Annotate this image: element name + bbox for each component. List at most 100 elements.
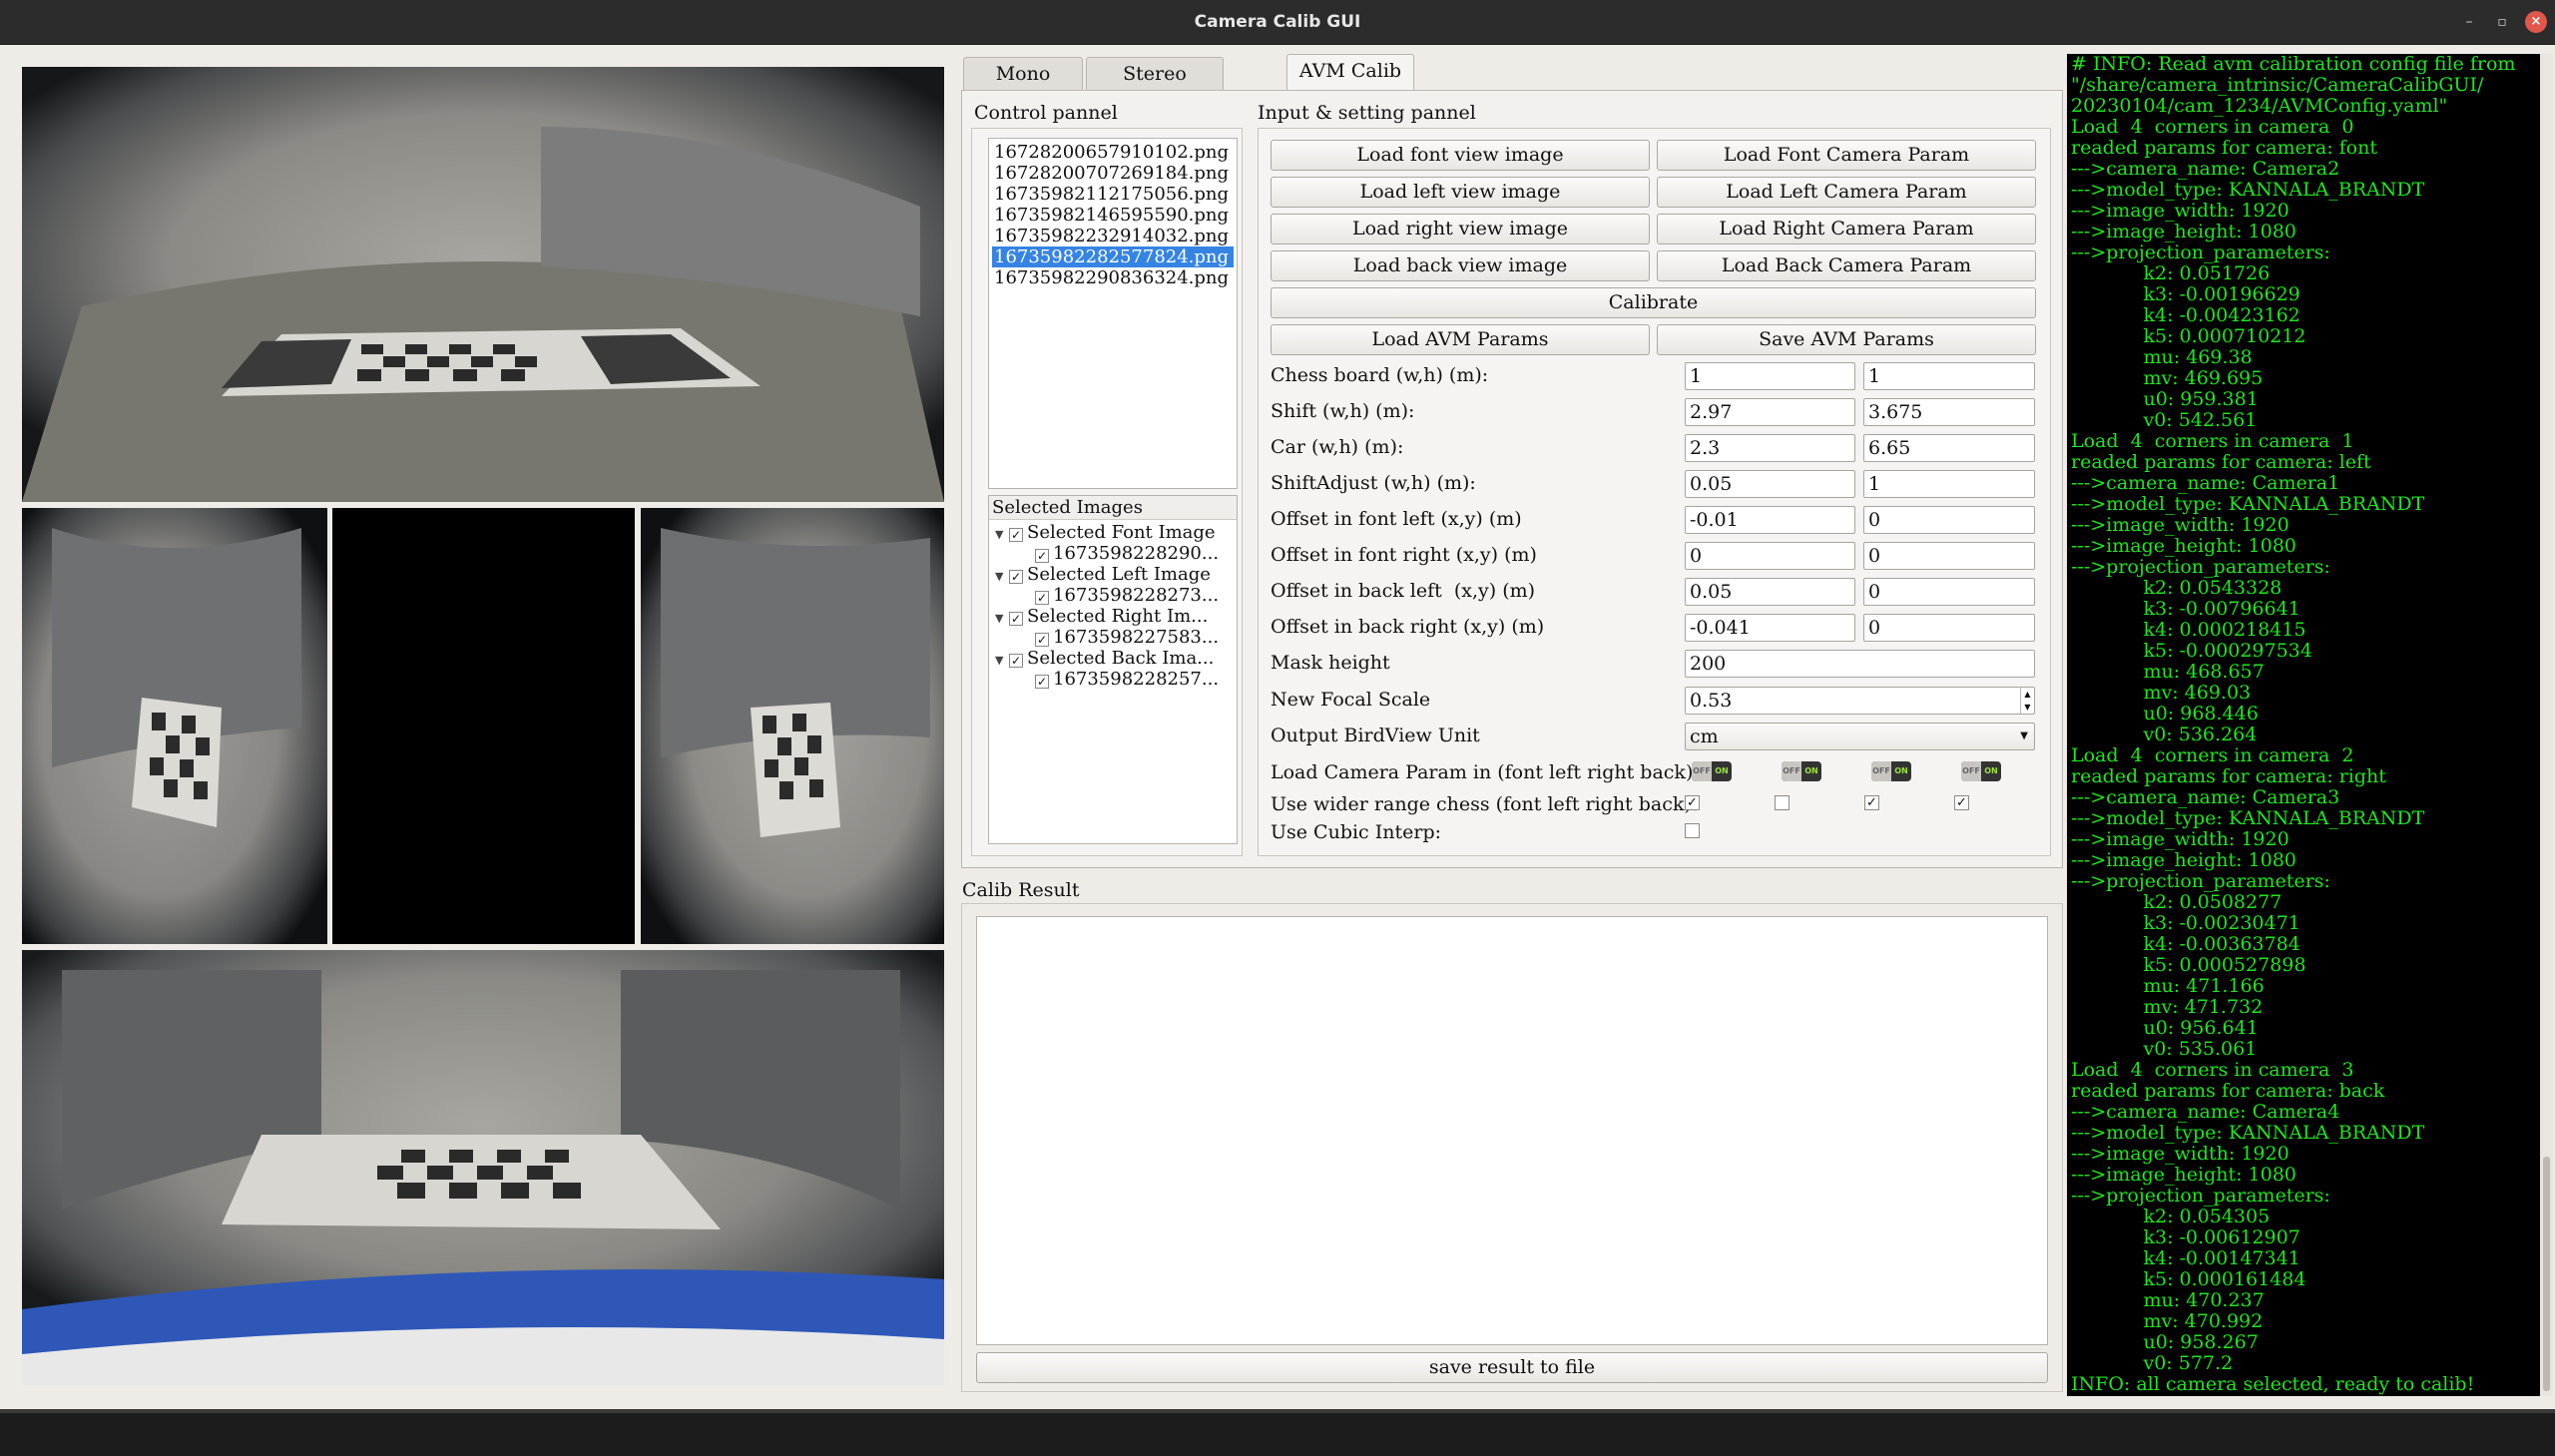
cubic-interp-checkbox[interactable] — [1685, 823, 1700, 838]
log-line: --->image_height: 1080 — [2071, 221, 2297, 243]
back-camera-view — [22, 950, 944, 1385]
tree-leaf-back[interactable]: ✓ 1673598228257... — [995, 669, 1235, 690]
tree-leaf-front[interactable]: ✓ 1673598228290... — [995, 543, 1235, 564]
log-line: --->image_height: 1080 — [2071, 1164, 2297, 1186]
log-line: k2: 0.0508277 — [2071, 891, 2283, 913]
offset-front-right-x-field[interactable]: 0 — [1685, 542, 1855, 570]
close-icon[interactable]: × — [2525, 11, 2547, 33]
shift-h-field[interactable]: 3.675 — [1863, 398, 2035, 426]
shift-adjust-h-field[interactable]: 1 — [1863, 470, 2035, 498]
offset-front-right-y-field[interactable]: 0 — [1863, 542, 2035, 570]
tree-header: Selected Images — [989, 496, 1237, 520]
scrollbar-thumb[interactable] — [2543, 1157, 2550, 1391]
file-list-item[interactable]: 16735982232914032.png — [992, 226, 1234, 246]
load-front-param-button[interactable]: Load Font Camera Param — [1657, 140, 2036, 171]
save-result-button[interactable]: save result to file — [976, 1352, 2048, 1383]
wider-chess-back-checkbox[interactable]: ✓ — [1954, 795, 1969, 810]
tree-node-left[interactable]: ▼ ✓ Selected Left Image — [995, 564, 1235, 585]
expand-arrow-icon[interactable]: ▼ — [995, 566, 1009, 585]
toggle-right[interactable]: OFF ON — [1871, 761, 1911, 781]
car-w-field[interactable]: 2.3 — [1685, 434, 1855, 462]
birdview-unit-select[interactable]: cm ▼ — [1685, 723, 2035, 750]
file-list-item[interactable]: 16735982146595590.png — [992, 205, 1234, 226]
log-line: --->model_type: KANNALA_BRANDT — [2071, 807, 2425, 829]
mask-height-field[interactable]: 200 — [1685, 650, 2035, 678]
toggle-front[interactable]: OFF ON — [1692, 761, 1732, 781]
wider-chess-left-checkbox[interactable] — [1775, 795, 1789, 810]
checkbox[interactable]: ✓ — [1035, 549, 1049, 563]
load-right-param-button[interactable]: Load Right Camera Param — [1657, 214, 2036, 244]
checkbox[interactable]: ✓ — [1035, 675, 1049, 689]
file-list[interactable]: 16728200657910102.png 16728200707269184.… — [988, 138, 1238, 489]
front-camera-view — [22, 67, 944, 502]
checkbox[interactable]: ✓ — [1035, 633, 1049, 647]
save-avm-params-button[interactable]: Save AVM Params — [1657, 324, 2036, 355]
offset-front-left-y-field[interactable]: 0 — [1863, 506, 2035, 534]
chess-board-w-field[interactable]: 1 — [1685, 362, 1855, 390]
load-right-image-button[interactable]: Load right view image — [1271, 214, 1650, 244]
tab-mono-camera[interactable]: Mono Camera — [963, 57, 1083, 117]
load-left-image-button[interactable]: Load left view image — [1271, 177, 1650, 208]
file-list-item[interactable]: 16728200707269184.png — [992, 163, 1234, 184]
checkbox[interactable]: ✓ — [1009, 570, 1023, 584]
load-back-image-button[interactable]: Load back view image — [1271, 250, 1650, 281]
load-front-image-button[interactable]: Load font view image — [1271, 140, 1650, 171]
offset-back-left-y-field[interactable]: 0 — [1863, 578, 2035, 606]
file-list-item[interactable]: 16735982290836324.png — [992, 267, 1234, 288]
minimize-icon[interactable]: – — [2458, 11, 2480, 33]
file-list-item[interactable]: 16728200657910102.png — [992, 142, 1234, 163]
bottom-bar — [0, 1409, 2555, 1456]
offset-back-right-x-field[interactable]: -0.041 — [1685, 614, 1855, 642]
tab-stereo-camera[interactable]: Stereo Camera — [1086, 57, 1224, 117]
tree-node-front[interactable]: ▼ ✓ Selected Font Image — [995, 522, 1235, 543]
expand-arrow-icon[interactable]: ▼ — [995, 608, 1009, 627]
log-terminal[interactable]: # INFO: Read avm calibration config file… — [2067, 54, 2540, 1396]
expand-arrow-icon[interactable]: ▼ — [995, 524, 1009, 543]
selected-images-tree[interactable]: Selected Images ▼ ✓ Selected Font Image ✓ 1… — [988, 495, 1238, 844]
tree-leaf-right[interactable]: ✓ 1673598227583... — [995, 627, 1235, 648]
tab-avm-calib[interactable]: AVM Calib — [1286, 54, 1414, 91]
shift-adjust-label: ShiftAdjust (w,h) (m): — [1271, 472, 1476, 494]
car-h-field[interactable]: 6.65 — [1863, 434, 2035, 462]
focal-scale-spinbox[interactable]: 0.53 ▲ ▼ — [1685, 687, 2035, 715]
checkbox[interactable]: ✓ — [1009, 528, 1023, 542]
spin-arrows-icon[interactable]: ▲ ▼ — [2020, 688, 2034, 714]
log-line: 20230104/cam_1234/AVMConfig.yaml" — [2071, 95, 2448, 117]
log-line: mv: 470.992 — [2071, 1310, 2264, 1332]
bottom-strip — [0, 1409, 2555, 1413]
log-line: # INFO: Read avm calibration config file… — [2071, 54, 2516, 75]
offset-back-right-y-field[interactable]: 0 — [1863, 614, 2035, 642]
tree-node-right[interactable]: ▼ ✓ Selected Right Im... — [995, 606, 1235, 627]
chess-board-h-field[interactable]: 1 — [1863, 362, 2035, 390]
checkbox[interactable]: ✓ — [1009, 654, 1023, 668]
wider-chess-front-checkbox[interactable]: ✓ — [1685, 795, 1700, 810]
wider-chess-right-checkbox[interactable]: ✓ — [1864, 795, 1879, 810]
log-line: k3: -0.00230471 — [2071, 912, 2300, 934]
calib-result-textarea[interactable] — [976, 916, 2048, 1345]
file-list-item[interactable]: 16735982112175056.png — [992, 184, 1234, 205]
offset-front-left-x-field[interactable]: -0.01 — [1685, 506, 1855, 534]
toggle-off-label: OFF — [1961, 761, 1981, 781]
load-avm-params-button[interactable]: Load AVM Params — [1271, 324, 1650, 355]
log-line: mu: 468.657 — [2071, 661, 2265, 683]
calibrate-button[interactable]: Calibrate — [1271, 287, 2036, 318]
tree-leaf-left[interactable]: ✓ 1673598228273... — [995, 585, 1235, 606]
shift-w-field[interactable]: 2.97 — [1685, 398, 1855, 426]
expand-arrow-icon[interactable]: ▼ — [995, 650, 1009, 669]
toggle-left[interactable]: OFF ON — [1782, 761, 1821, 781]
control-panel-title: Control pannel — [974, 102, 1118, 124]
tree-node-back[interactable]: ▼ ✓ Selected Back Ima... — [995, 648, 1235, 669]
mask-height-label: Mask height — [1271, 652, 1390, 674]
checkbox[interactable]: ✓ — [1035, 591, 1049, 605]
load-back-param-button[interactable]: Load Back Camera Param — [1657, 250, 2036, 281]
shift-adjust-w-field[interactable]: 0.05 — [1685, 470, 1855, 498]
maximize-icon[interactable]: ▫ — [2491, 11, 2513, 33]
checkbox[interactable]: ✓ — [1009, 612, 1023, 626]
car-label: Car (w,h) (m): — [1271, 436, 1404, 458]
load-left-param-button[interactable]: Load Left Camera Param — [1657, 177, 2036, 208]
offset-back-left-x-field[interactable]: 0.05 — [1685, 578, 1855, 606]
log-line: k3: -0.00612907 — [2071, 1226, 2300, 1248]
toggle-back[interactable]: OFF ON — [1961, 761, 2001, 781]
file-list-item[interactable]: 16735982282577824.png — [992, 246, 1234, 267]
terminal-scrollbar[interactable] — [2540, 54, 2553, 1396]
